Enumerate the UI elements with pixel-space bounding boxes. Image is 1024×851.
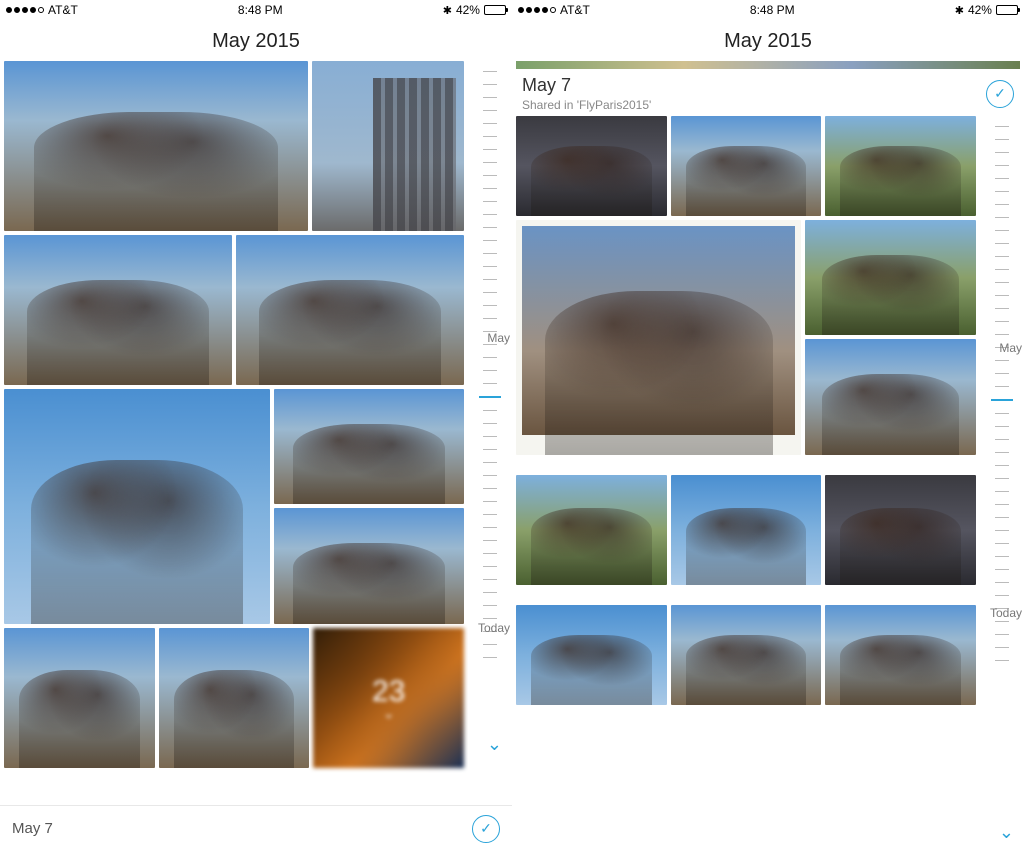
photo-thumb[interactable]	[825, 116, 976, 216]
photo-thumb[interactable]	[236, 235, 464, 385]
photo-thumb[interactable]	[805, 220, 976, 335]
check-icon: ✓	[480, 820, 492, 837]
status-bar: AT&T 8:48 PM ✱ 42%	[512, 0, 1024, 20]
more-count: 23	[372, 675, 405, 709]
timeline-scrubber[interactable]: May Today	[468, 61, 512, 805]
chevron-down-icon: ⌄	[383, 705, 395, 722]
content: 23 ⌄ May Today ⌄	[0, 61, 512, 805]
status-left: AT&T	[518, 3, 590, 17]
content: May Today ⌄	[512, 116, 1024, 851]
photo-thumb[interactable]	[516, 220, 801, 455]
timeline-scrubber[interactable]: May Today	[980, 116, 1024, 851]
select-toggle-button[interactable]: ✓	[986, 80, 1014, 108]
photo-thumb[interactable]	[671, 475, 822, 585]
screen-left: AT&T 8:48 PM ✱ 42% May 2015	[0, 0, 512, 851]
expand-chevron-icon[interactable]: ⌄	[999, 822, 1014, 843]
expand-chevron-icon[interactable]: ⌄	[487, 734, 502, 755]
more-photos-tile[interactable]: 23 ⌄	[313, 628, 464, 768]
photo-thumb[interactable]	[4, 628, 155, 768]
photo-thumb[interactable]	[4, 235, 232, 385]
check-icon: ✓	[994, 85, 1006, 102]
timeline-today-label: Today	[478, 621, 510, 635]
battery-icon	[996, 5, 1018, 15]
photo-thumb[interactable]	[516, 605, 667, 705]
photo-thumb[interactable]	[4, 61, 308, 231]
photo-thumb[interactable]	[825, 605, 976, 705]
photo-thumb[interactable]	[312, 61, 464, 231]
page-title: May 2015	[512, 20, 1024, 61]
photo-thumb[interactable]	[825, 475, 976, 585]
footer-date: May 7	[12, 820, 53, 837]
timeline-month-label: May	[487, 331, 510, 345]
photo-thumb[interactable]	[671, 116, 822, 216]
carrier-label: AT&T	[48, 3, 78, 17]
photo-grid[interactable]: 23 ⌄	[0, 61, 468, 805]
status-right: ✱ 42%	[443, 3, 506, 17]
screen-right: AT&T 8:48 PM ✱ 42% May 2015 May 7 Shared…	[512, 0, 1024, 851]
photo-thumb[interactable]	[274, 508, 464, 624]
photo-thumb[interactable]	[274, 389, 464, 504]
photo-thumb[interactable]	[516, 475, 667, 585]
signal-strength-icon	[6, 7, 44, 13]
timeline-month-label: May	[999, 341, 1022, 355]
select-toggle-button[interactable]: ✓	[472, 815, 500, 843]
photo-thumb[interactable]	[516, 116, 667, 216]
photo-grid[interactable]	[512, 116, 980, 851]
timeline-today-label: Today	[990, 606, 1022, 620]
bluetooth-icon: ✱	[443, 4, 452, 17]
preview-strip	[516, 61, 1020, 69]
photo-thumb[interactable]	[159, 628, 310, 768]
page-title: May 2015	[0, 20, 512, 61]
footer: May 7 ✓	[0, 805, 512, 851]
battery-pct: 42%	[456, 3, 480, 17]
status-right: ✱ 42%	[955, 3, 1018, 17]
signal-strength-icon	[518, 7, 556, 13]
section-header: May 7 Shared in 'FlyParis2015' ✓	[512, 69, 1024, 116]
status-bar: AT&T 8:48 PM ✱ 42%	[0, 0, 512, 20]
clock: 8:48 PM	[750, 3, 795, 17]
carrier-label: AT&T	[560, 3, 590, 17]
battery-icon	[484, 5, 506, 15]
photo-thumb[interactable]	[671, 605, 822, 705]
photo-thumb[interactable]	[805, 339, 976, 455]
photo-thumb[interactable]	[4, 389, 270, 624]
section-date: May 7	[522, 75, 651, 96]
clock: 8:48 PM	[238, 3, 283, 17]
battery-pct: 42%	[968, 3, 992, 17]
status-left: AT&T	[6, 3, 78, 17]
bluetooth-icon: ✱	[955, 4, 964, 17]
section-subtitle: Shared in 'FlyParis2015'	[522, 98, 651, 112]
